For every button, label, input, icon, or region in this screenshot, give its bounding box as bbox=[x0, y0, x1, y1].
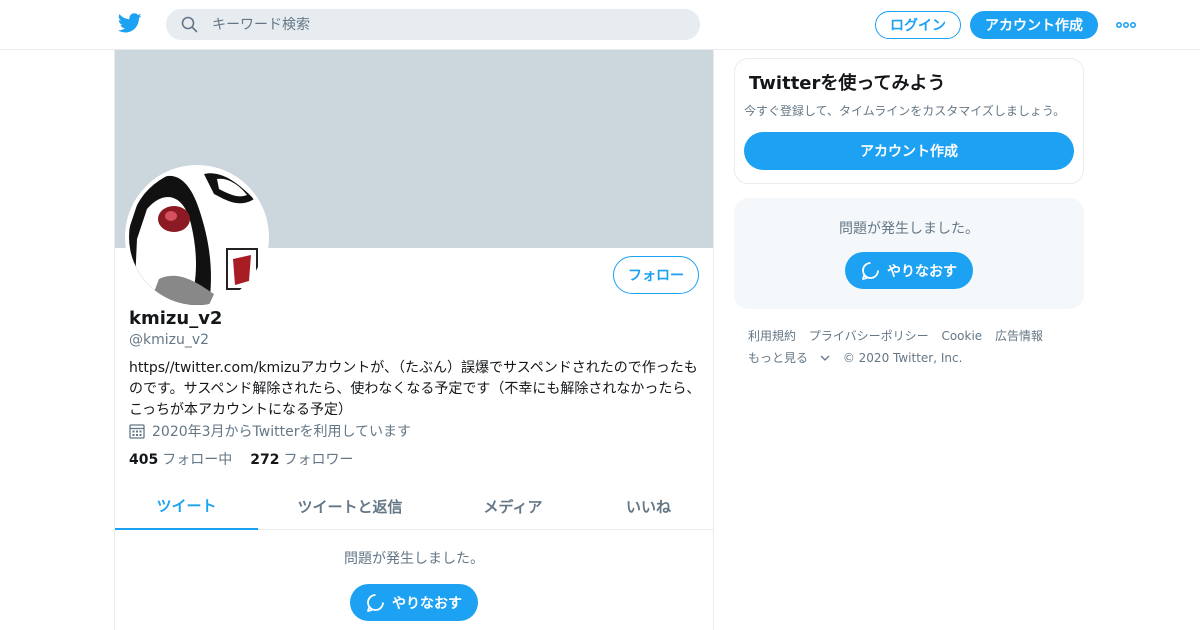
avatar-image bbox=[129, 169, 265, 305]
profile-bio: https//twitter.com/kmizuアカウントが、（たぶん）誤爆でサ… bbox=[129, 360, 701, 418]
chevron-down-icon bbox=[820, 355, 830, 361]
sidebar-error-card: 問題が発生しました。 やりなおす bbox=[734, 198, 1084, 309]
following-label: フォロー中 bbox=[162, 452, 233, 468]
footer-copyright: © 2020 Twitter, Inc. bbox=[842, 351, 963, 365]
top-navigation-bar: ログイン アカウント作成 bbox=[0, 0, 1200, 50]
footer-link-cookie[interactable]: Cookie bbox=[941, 329, 982, 343]
footer-link-terms[interactable]: 利用規約 bbox=[748, 329, 796, 343]
sidebar-retry-button[interactable]: やりなおす bbox=[845, 252, 973, 289]
login-button[interactable]: ログイン bbox=[875, 11, 961, 39]
footer-links-row: 利用規約 プライバシーポリシー Cookie 広告情報 bbox=[748, 325, 1084, 347]
calendar-icon bbox=[129, 424, 145, 439]
search-input[interactable] bbox=[212, 9, 682, 40]
tab-tweets[interactable]: ツイート bbox=[115, 483, 258, 530]
refresh-icon bbox=[862, 262, 879, 280]
timeline-error-text: 問題が発生しました。 bbox=[344, 551, 484, 567]
footer-link-ads[interactable]: 広告情報 bbox=[995, 329, 1043, 343]
followers-label: フォロワー bbox=[283, 452, 354, 468]
signup-card: Twitterを使ってみよう 今すぐ登録して、タイムラインをカスタマイズしましょ… bbox=[734, 58, 1084, 184]
refresh-icon bbox=[367, 594, 384, 612]
search-box[interactable] bbox=[166, 9, 700, 40]
avatar[interactable] bbox=[125, 165, 269, 309]
sidebar-error-text: 問題が発生しました。 bbox=[839, 221, 979, 237]
profile-display-name: kmizu_v2 bbox=[129, 308, 223, 329]
signup-card-button[interactable]: アカウント作成 bbox=[744, 132, 1074, 170]
profile-stats: 405 フォロー中 272 フォロワー bbox=[129, 449, 371, 469]
footer-more-label: もっと見る bbox=[748, 351, 809, 365]
tab-tweets-and-replies[interactable]: ツイートと返信 bbox=[258, 483, 442, 530]
profile-joined-date: 2020年3月からTwitterを利用しています bbox=[129, 421, 411, 441]
signup-button[interactable]: アカウント作成 bbox=[970, 11, 1098, 39]
profile-handle: @kmizu_v2 bbox=[129, 332, 210, 348]
footer-more-link[interactable]: もっと見る bbox=[748, 351, 830, 365]
tab-likes[interactable]: いいね bbox=[584, 483, 713, 530]
footer-link-privacy[interactable]: プライバシーポリシー bbox=[809, 329, 929, 343]
following-stat[interactable]: 405 フォロー中 bbox=[129, 449, 232, 469]
signup-card-subtitle: 今すぐ登録して、タイムラインをカスタマイズしましょう。 bbox=[744, 104, 1066, 118]
retry-label: やりなおす bbox=[392, 595, 462, 612]
signup-card-title: Twitterを使ってみよう bbox=[749, 73, 946, 94]
follow-button[interactable]: フォロー bbox=[613, 256, 699, 294]
more-options-icon[interactable] bbox=[1115, 17, 1137, 33]
footer-second-row: もっと見る © 2020 Twitter, Inc. bbox=[748, 347, 1084, 369]
tab-media[interactable]: メディア bbox=[442, 483, 584, 530]
followers-count: 272 bbox=[250, 452, 280, 468]
followers-stat[interactable]: 272 フォロワー bbox=[250, 449, 353, 469]
profile-tabs: ツイート ツイートと返信 メディア いいね bbox=[115, 483, 713, 530]
timeline-retry-button[interactable]: やりなおす bbox=[350, 584, 478, 621]
profile-main-column: フォロー kmizu_v2 @kmizu_v2 https//twitter.c… bbox=[114, 50, 714, 630]
following-count: 405 bbox=[129, 452, 159, 468]
joined-text: 2020年3月からTwitterを利用しています bbox=[152, 424, 412, 440]
sidebar-footer: 利用規約 プライバシーポリシー Cookie 広告情報 もっと見る © 2020… bbox=[748, 325, 1084, 369]
twitter-bird-icon[interactable] bbox=[118, 13, 142, 35]
retry-label: やりなおす bbox=[887, 263, 957, 280]
search-icon bbox=[181, 16, 198, 33]
